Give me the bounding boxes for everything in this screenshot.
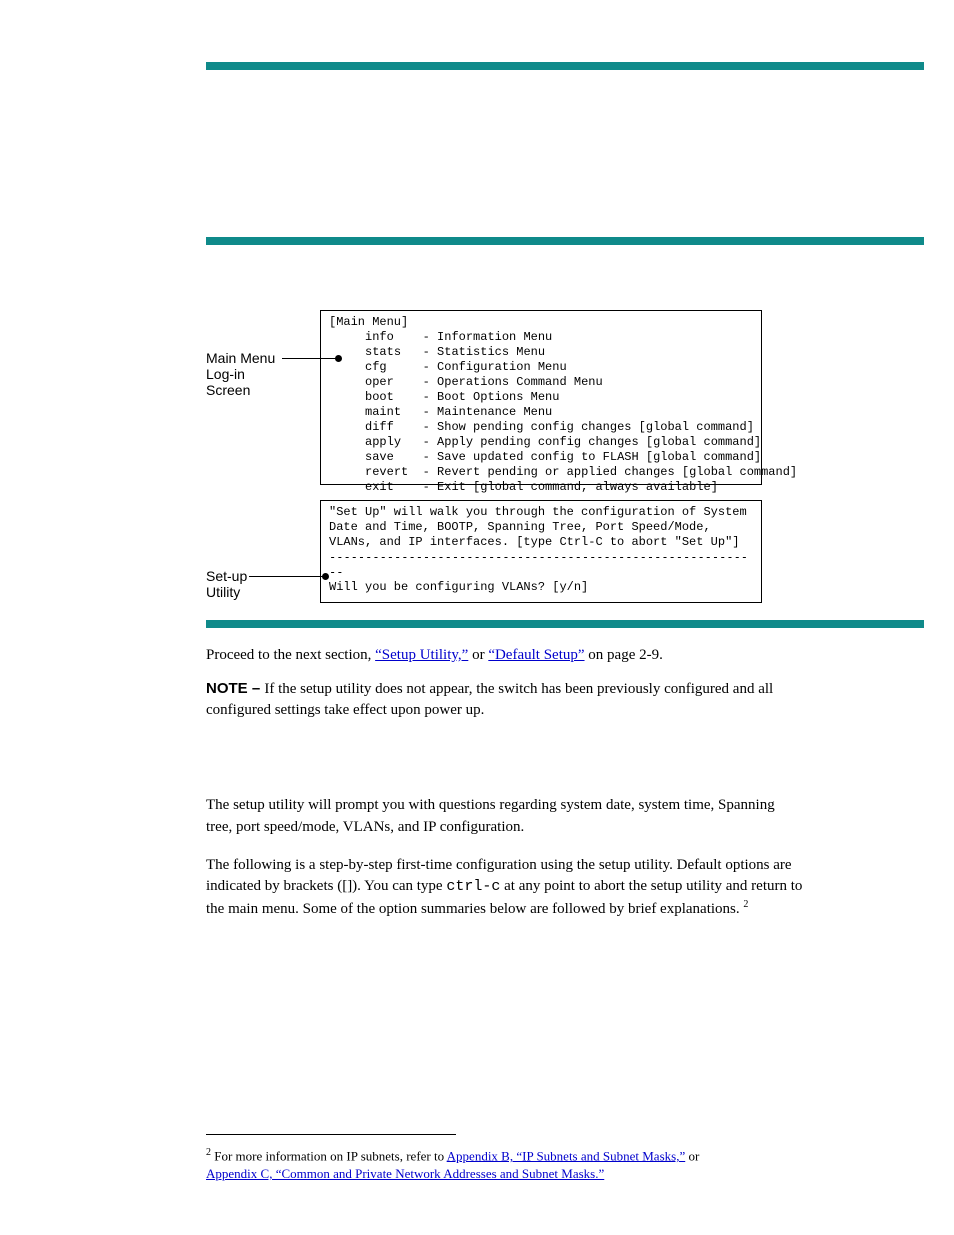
ctrl-c-key: ctrl-c — [446, 878, 500, 895]
setup-paragraph-1: The setup utility will prompt you with q… — [206, 795, 804, 839]
section-heading-cli-display: CLI Display — [206, 210, 303, 232]
teal-divider-middle — [206, 237, 924, 245]
callout-main-menu: Main MenuLog-inScreen — [206, 350, 275, 398]
figure-caption: Figure 2-2 Main Menu Log-in Screen and S… — [206, 275, 540, 290]
running-header-left: Chapter 2: First-Time Configuration — [206, 35, 409, 50]
setup-intro: "Set Up" will walk you through the confi… — [329, 505, 753, 550]
note-text: If the setup utility does not appear, th… — [206, 681, 773, 717]
teal-divider-bottom — [206, 620, 924, 628]
link-appendix-c[interactable]: Appendix C, “Common and Private Network … — [206, 1166, 604, 1181]
doc-title-2: Alteon 708 Installation and User's Guide — [687, 46, 919, 60]
setup-divider: ----------------------------------------… — [329, 550, 753, 580]
body-text-1: Proceed to the next section, “Setup Util… — [206, 645, 804, 734]
setup-prompt: Will you be configuring VLANs? [y/n] — [329, 580, 753, 595]
footnote-rule — [206, 1134, 456, 1135]
callout-setup-utility: Set-upUtility — [206, 568, 247, 600]
link-setup-utility[interactable]: “Setup Utility,” — [375, 647, 468, 663]
link-appendix-b[interactable]: Appendix B, “IP Subnets and Subnet Masks… — [447, 1148, 686, 1163]
terminal-main-menu: [Main Menu] info - Information Menu stat… — [320, 310, 762, 485]
link-default-setup[interactable]: “Default Setup” — [488, 647, 584, 663]
footnote: 2 For more information on IP subnets, re… — [206, 1146, 804, 1182]
terminal-setup-utility: "Set Up" will walk you through the confi… — [320, 500, 762, 603]
running-header-right: Alteon WebSystems Alteon 708 Installatio… — [687, 32, 919, 61]
teal-divider-top — [206, 62, 924, 70]
footer-section-name: Using the Command Line Interface — [206, 1199, 404, 1213]
page-number: 2-6 — [86, 1197, 105, 1213]
section-heading-setup-utility: Setup Utility — [206, 765, 297, 785]
doc-title-1: Alteon WebSystems — [687, 32, 919, 46]
note-label: NOTE – — [206, 680, 264, 697]
terminal-header: [Main Menu] — [329, 315, 408, 329]
callout-leader-2 — [249, 576, 325, 577]
setup-paragraph-2: The following is a step-by-step first-ti… — [206, 855, 804, 921]
body-text-2: The setup utility will prompt you with q… — [206, 795, 804, 937]
